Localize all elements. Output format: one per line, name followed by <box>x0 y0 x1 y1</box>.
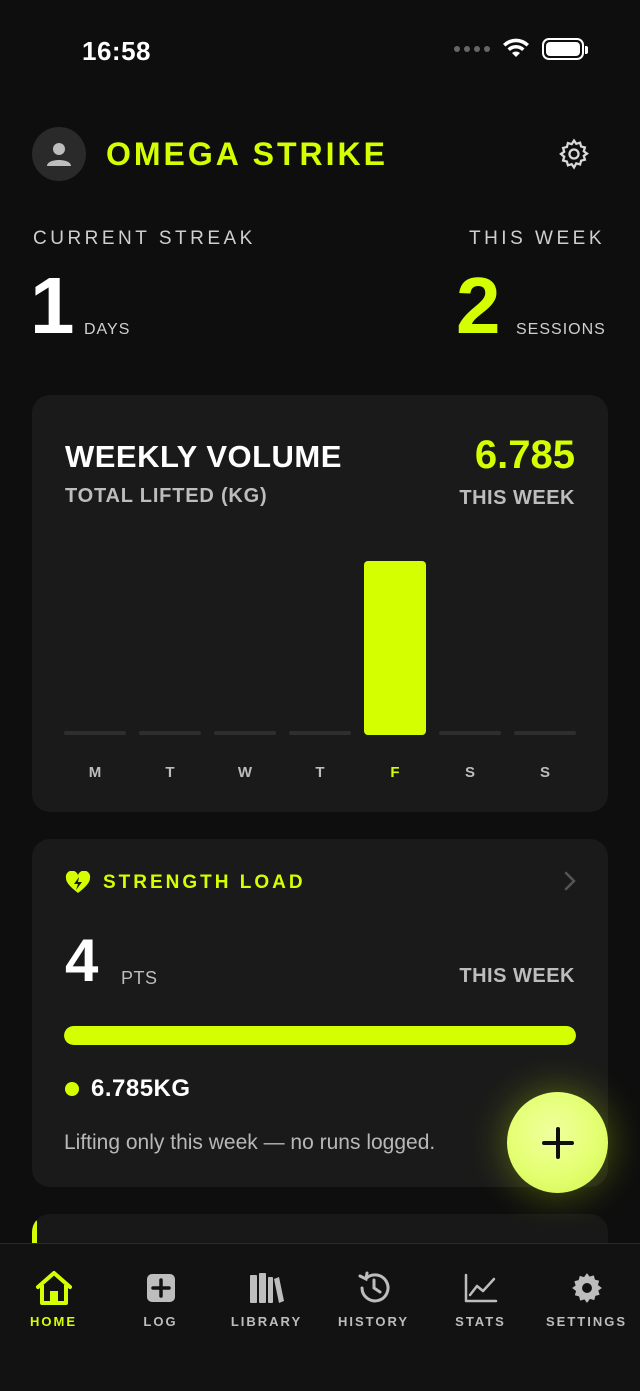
plus-icon <box>541 1126 574 1159</box>
bar-0 <box>64 731 126 735</box>
bar-4 <box>364 561 426 735</box>
tab-bar: HOME LOG LIBRARY HISTORY STATS SETTINGS <box>0 1243 640 1391</box>
battery-icon <box>542 38 588 60</box>
tab-settings[interactable]: SETTINGS <box>533 1268 640 1329</box>
bar-5 <box>439 731 501 735</box>
signal-icon <box>454 46 490 52</box>
chart-line-icon <box>464 1273 497 1303</box>
tab-history[interactable]: HISTORY <box>320 1268 427 1329</box>
history-icon <box>358 1271 389 1303</box>
volume-period: THIS WEEK <box>459 487 575 509</box>
bar-1 <box>139 731 201 735</box>
user-icon <box>47 143 71 166</box>
settings-button[interactable] <box>554 134 594 174</box>
day-label-2: W <box>238 764 253 781</box>
sessions-unit: SESSIONS <box>516 321 606 338</box>
bar-2 <box>214 731 276 735</box>
legend-value: 6.785KG <box>91 1075 191 1102</box>
strength-load-header: STRENGTH LOAD <box>65 871 306 895</box>
tab-label: HOME <box>30 1314 77 1329</box>
load-note: Lifting only this week — no runs logged. <box>64 1131 436 1154</box>
tab-label: LIBRARY <box>230 1314 303 1329</box>
plus-square-icon <box>146 1274 175 1302</box>
weekly-volume-card[interactable]: MTWTFSS WEEKLY VOLUME TOTAL LIFTED (KG) … <box>32 395 608 812</box>
sessions-value: 2 <box>456 261 501 350</box>
tab-label: LOG <box>143 1314 178 1329</box>
library-icon <box>249 1273 284 1303</box>
tab-label: STATS <box>455 1314 506 1329</box>
avatar[interactable] <box>32 127 86 181</box>
chevron-right-icon[interactable] <box>562 869 578 893</box>
app-title: OMEGA STRIKE <box>106 135 388 172</box>
bar-3 <box>289 731 351 735</box>
volume-subtitle: TOTAL LIFTED (KG) <box>65 485 268 507</box>
home-icon <box>35 1271 72 1305</box>
day-label-5: S <box>465 764 475 781</box>
tab-home[interactable]: HOME <box>0 1268 107 1329</box>
week-label: THIS WEEK <box>468 228 605 249</box>
tab-stats[interactable]: STATS <box>427 1268 534 1329</box>
app-header: OMEGA STRIKE <box>32 126 608 182</box>
day-label-3: T <box>315 764 324 781</box>
volume-title: WEEKLY VOLUME <box>65 439 342 474</box>
status-icons <box>454 38 588 60</box>
bar-6 <box>514 731 576 735</box>
volume-value: 6.785 <box>474 433 575 477</box>
tab-library[interactable]: LIBRARY <box>213 1268 320 1329</box>
wifi-icon <box>503 38 529 57</box>
gear-icon <box>571 1273 602 1303</box>
add-workout-button[interactable] <box>507 1092 608 1193</box>
strength-load-title: STRENGTH LOAD <box>103 872 306 893</box>
heart-bolt-icon <box>65 871 91 893</box>
day-label-1: T <box>165 764 174 781</box>
status-time: 16:58 <box>82 36 151 66</box>
gear-icon <box>559 138 590 170</box>
streak-label: CURRENT STREAK <box>33 228 256 249</box>
legend-dot <box>65 1082 79 1096</box>
day-label-6: S <box>540 764 550 781</box>
status-bar: 16:58 <box>0 0 640 100</box>
streak-value: 1 <box>30 261 75 350</box>
tab-label: SETTINGS <box>545 1314 627 1329</box>
load-progress-bar <box>64 1026 576 1045</box>
tab-label: HISTORY <box>337 1314 410 1329</box>
tab-log[interactable]: LOG <box>107 1268 214 1329</box>
day-label-0: M <box>89 764 102 781</box>
load-legend: 6.785KG <box>65 1075 191 1103</box>
day-label-4: F <box>390 764 399 781</box>
load-points-value: 4 <box>65 927 99 994</box>
load-period: THIS WEEK <box>459 965 575 987</box>
load-progress-fill <box>64 1026 576 1045</box>
load-points-unit: PTS <box>121 968 158 988</box>
streak-unit: DAYS <box>84 321 131 338</box>
